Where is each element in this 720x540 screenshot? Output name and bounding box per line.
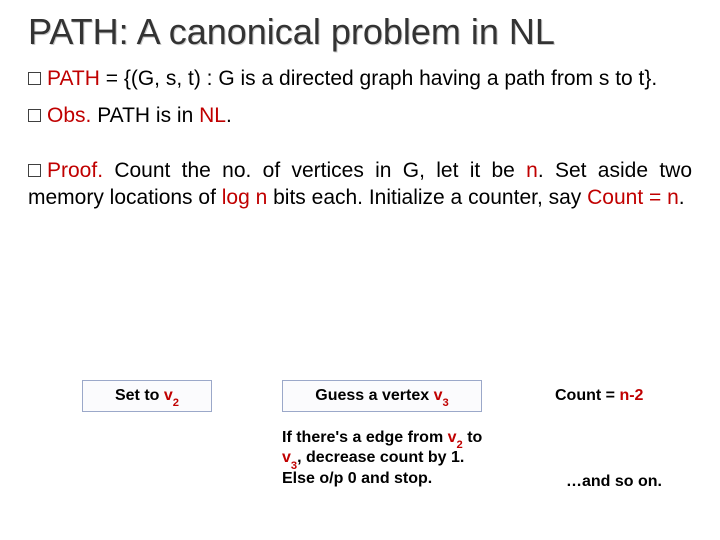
spacer [28, 140, 692, 158]
box1-var: v2 [164, 387, 179, 404]
proof-logn: log n [222, 186, 268, 209]
path-keyword: PATH [47, 67, 100, 90]
edge-v3v: v [282, 449, 291, 466]
proof-p1: Count the no. of vertices in G, let it b… [103, 159, 526, 182]
edge-v3s: 3 [291, 460, 297, 472]
box2-sub: 3 [442, 397, 448, 409]
proof-p3: bits each. Initialize a counter, say [267, 186, 587, 209]
edge-v2: v2 [448, 429, 463, 446]
edge-v2s: 2 [457, 439, 463, 451]
bullet-square-icon [28, 72, 41, 85]
edge-v3: v3 [282, 449, 297, 466]
count-pre: Count = [555, 387, 619, 404]
box-guess-v3: Guess a vertex v3 [282, 380, 482, 412]
box1-pre: Set to [115, 387, 164, 404]
note-count: Count = n-2 [555, 386, 695, 406]
edge-p2: to [463, 429, 483, 446]
note-edge: If there's a edge from v2 to v3, decreas… [282, 428, 492, 489]
proof-keyword: Proof. [47, 159, 103, 182]
obs-tail: . [226, 104, 232, 127]
count-val: n-2 [619, 387, 643, 404]
bullet-square-icon [28, 164, 41, 177]
edge-p1: If there's a edge from [282, 429, 448, 446]
box1-v: v [164, 387, 173, 404]
edge-v2v: v [448, 429, 457, 446]
slide-title: PATH: A canonical problem in NL [28, 12, 692, 52]
box2-var: v3 [434, 387, 449, 404]
proof-n: n [526, 159, 538, 182]
obs-mid: PATH is in [91, 104, 199, 127]
nl-keyword: NL [199, 104, 226, 127]
box2-pre: Guess a vertex [315, 387, 433, 404]
obs-keyword: Obs. [47, 104, 91, 127]
edge-p3: , decrease count by 1. Else o/p 0 and st… [282, 449, 464, 486]
bullet-list: PATH = {(G, s, t) : G is a directed grap… [28, 66, 692, 212]
bullet-proof: Proof. Count the no. of vertices in G, l… [28, 158, 692, 212]
proof-p4: . [679, 186, 685, 209]
proof-count: Count = n [587, 186, 679, 209]
box1-sub: 2 [173, 397, 179, 409]
bullet-square-icon [28, 109, 41, 122]
bullet-path-def: PATH = {(G, s, t) : G is a directed grap… [28, 66, 692, 93]
bullet-obs: Obs. PATH is in NL. [28, 103, 692, 130]
note-and-so-on: …and so on. [566, 472, 706, 492]
slide: PATH: A canonical problem in NL PATH = {… [0, 0, 720, 540]
box-set-v2: Set to v2 [82, 380, 212, 412]
path-def-text: = {(G, s, t) : G is a directed graph hav… [100, 67, 657, 90]
